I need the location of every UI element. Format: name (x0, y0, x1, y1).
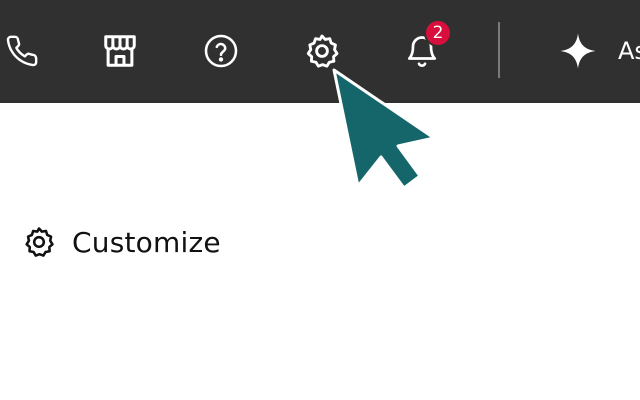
gear-icon (25, 227, 54, 257)
help-icon (204, 34, 238, 68)
settings-icon (306, 34, 339, 68)
notification-count-badge: 2 (424, 19, 452, 47)
assistant-label: As (618, 37, 640, 65)
store-icon (104, 35, 136, 67)
phone-icon (6, 35, 38, 67)
sparkle-icon (560, 33, 596, 69)
toolbar-divider (498, 22, 500, 78)
assistant-button[interactable]: As (558, 30, 640, 72)
store-button[interactable] (96, 27, 144, 75)
customize-label: Customize (72, 225, 221, 259)
help-button[interactable] (197, 27, 245, 75)
top-navigation-bar: 2 As (0, 0, 640, 103)
phone-button[interactable] (0, 27, 46, 75)
mouse-pointer-icon (332, 68, 436, 190)
customize-menu-item[interactable]: Customize (22, 222, 221, 262)
